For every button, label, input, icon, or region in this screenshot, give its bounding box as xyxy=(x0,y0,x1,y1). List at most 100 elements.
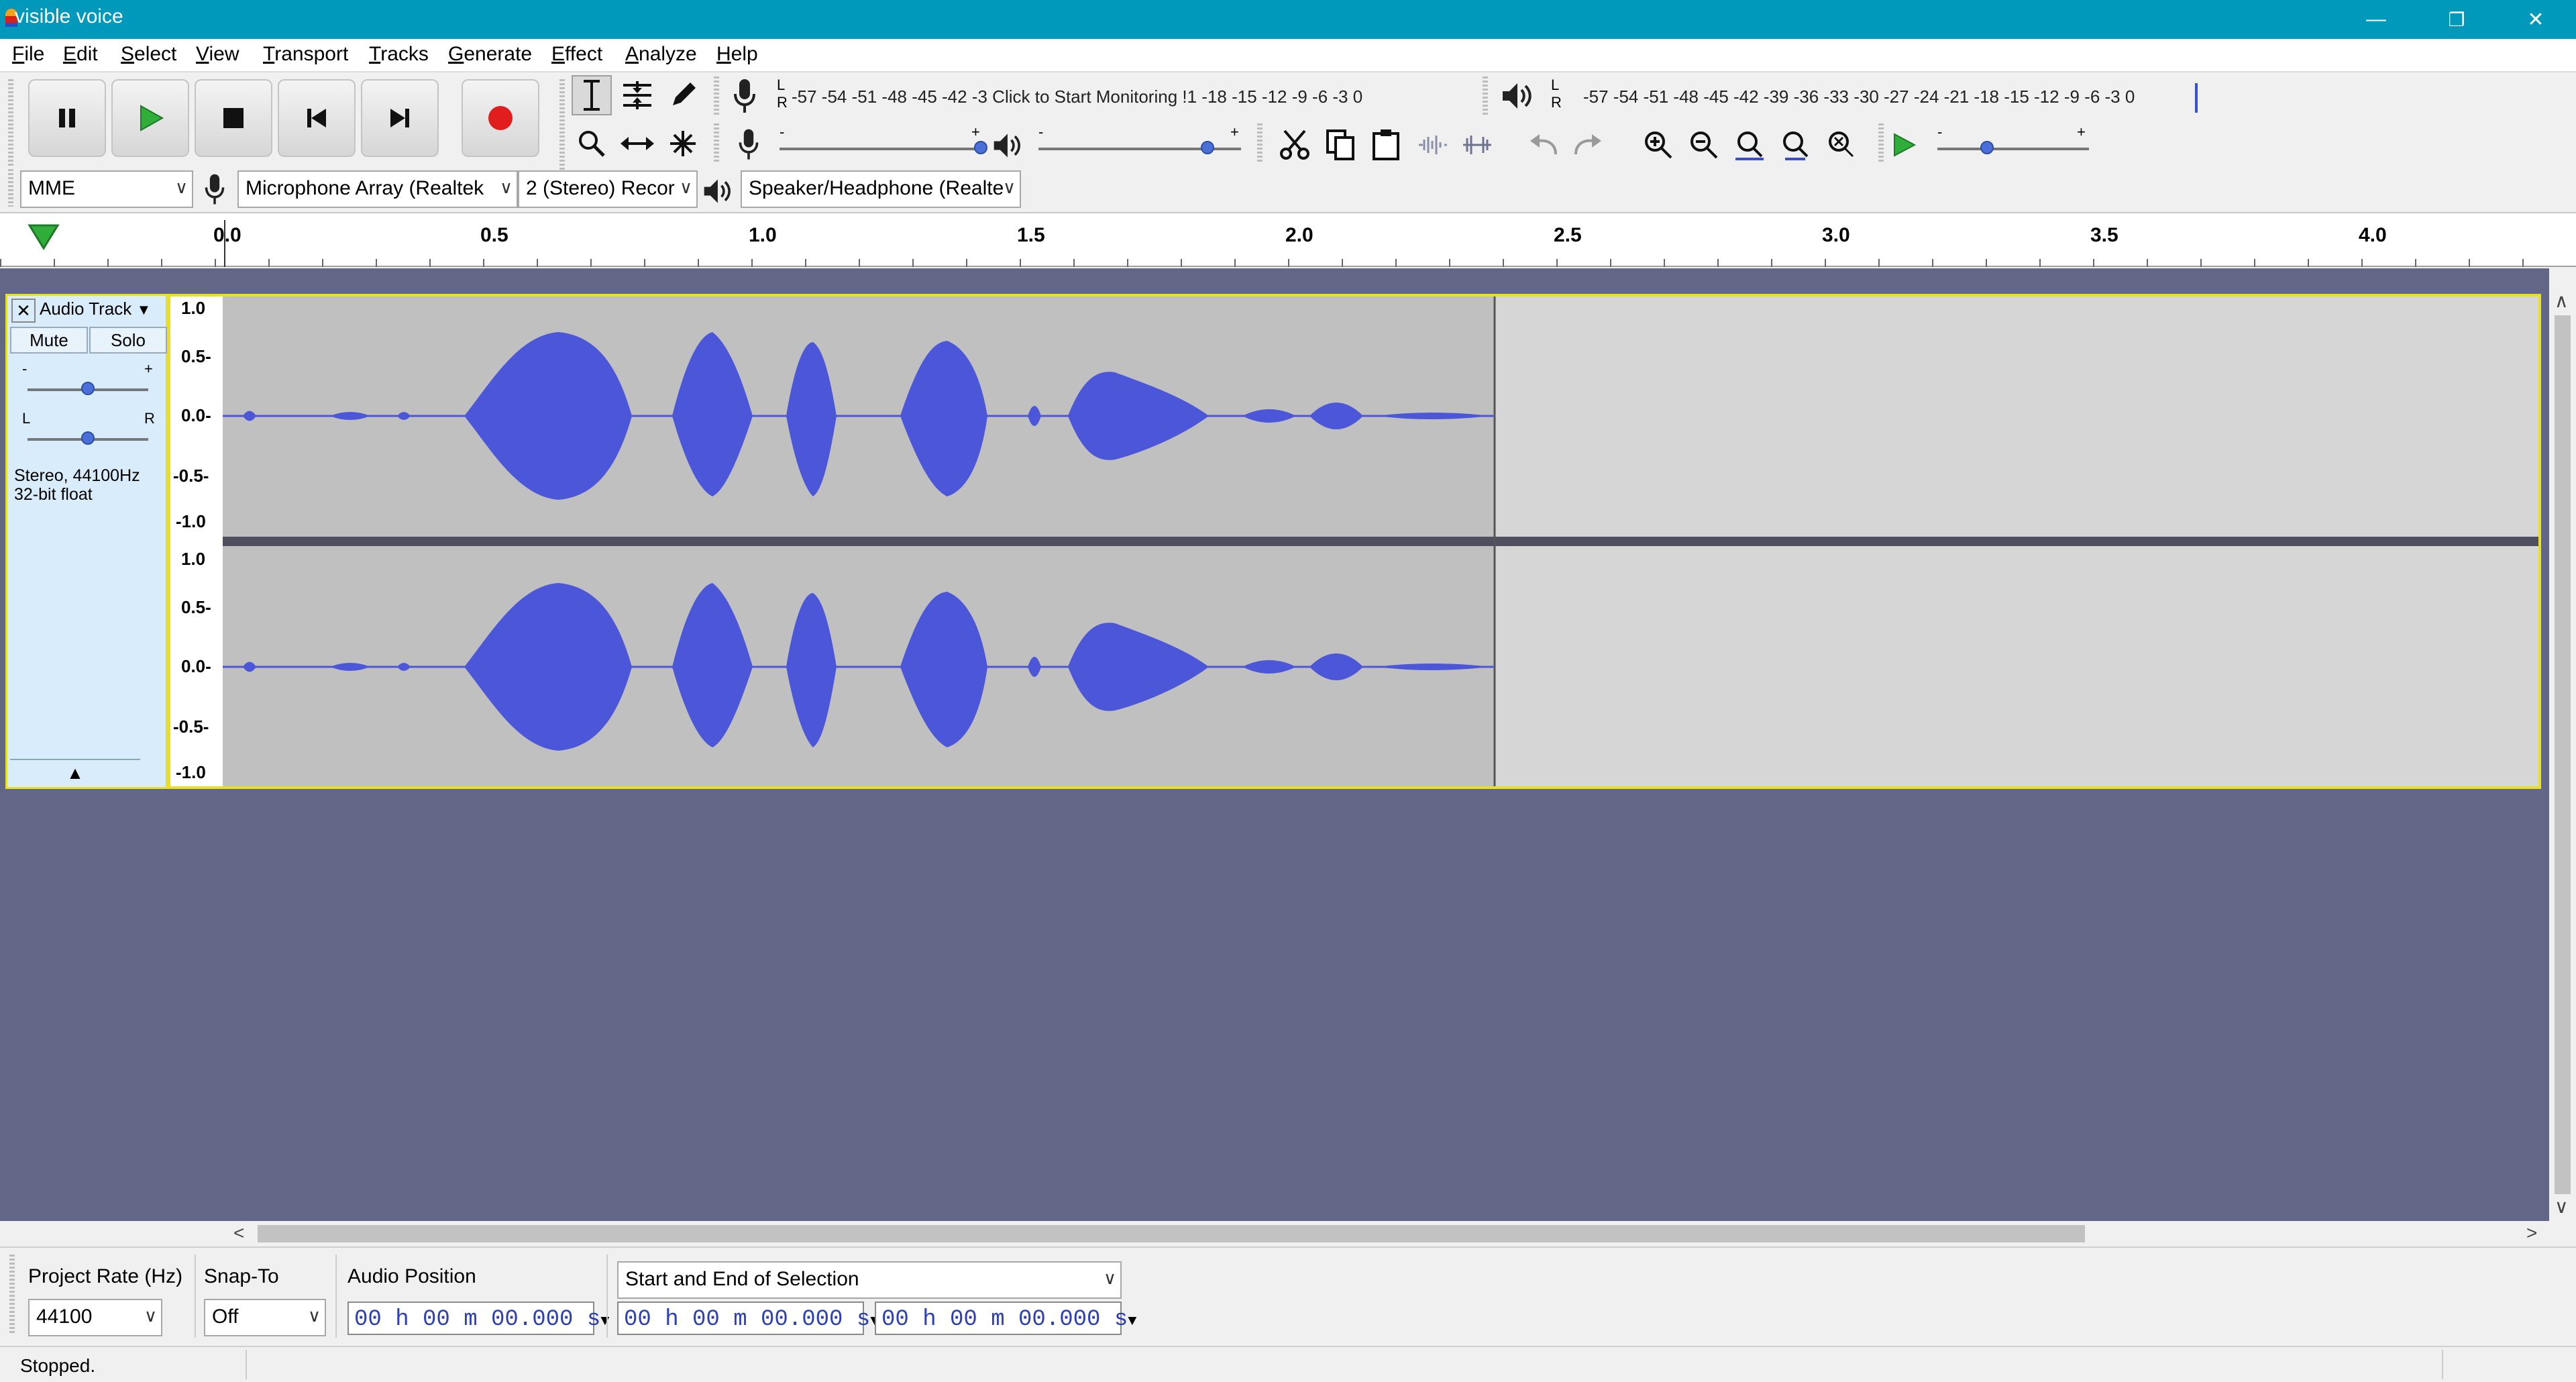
scroll-left-icon[interactable]: < xyxy=(233,1222,244,1244)
restore-button[interactable]: ❐ xyxy=(2419,0,2494,39)
toolbar-grip[interactable] xyxy=(714,123,719,164)
multi-tool[interactable] xyxy=(663,123,703,164)
project-rate-select[interactable]: 44100 ∨ xyxy=(28,1299,162,1336)
pan-slider-knob[interactable] xyxy=(81,431,95,445)
playback-speed-slider[interactable] xyxy=(1937,148,2089,150)
track-menu-button[interactable]: Audio Track ▼ xyxy=(40,299,164,323)
close-window-button[interactable]: ✕ xyxy=(2498,0,2573,39)
draw-tool[interactable] xyxy=(663,75,703,115)
collapse-track-button[interactable]: ▲ xyxy=(10,759,140,786)
scroll-down-icon[interactable]: ∨ xyxy=(2555,1195,2569,1218)
envelope-tool[interactable] xyxy=(617,75,657,115)
menu-effect[interactable]: Effect xyxy=(551,43,602,66)
record-meter[interactable]: -57 -54 -51 -48 -45 -42 -3 Click to Star… xyxy=(792,82,1469,111)
selection-tool[interactable] xyxy=(572,75,612,115)
record-meter-mic-icon[interactable] xyxy=(731,78,758,115)
selection-start-field[interactable]: 00 h 00 m 00.000 s▼ xyxy=(617,1301,879,1335)
toolbar-grip[interactable] xyxy=(8,79,13,166)
toolbar-grip[interactable] xyxy=(1483,76,1488,117)
playback-device-value: Speaker/Headphone (Realte xyxy=(749,177,1004,199)
menu-tracks[interactable]: Tracks xyxy=(369,43,429,66)
vertical-scroll-thumb[interactable] xyxy=(2555,315,2571,1194)
menu-analyze[interactable]: Analyze xyxy=(625,43,697,66)
paste-button[interactable] xyxy=(1366,125,1406,165)
solo-button[interactable]: Solo xyxy=(89,327,167,354)
play-button[interactable] xyxy=(111,79,189,157)
menu-select[interactable]: Select xyxy=(121,43,176,66)
copy-button[interactable] xyxy=(1320,125,1360,165)
scroll-up-icon[interactable]: ∧ xyxy=(2555,290,2569,312)
playback-speed-knob[interactable] xyxy=(1980,141,1994,154)
start-monitoring-prompt[interactable]: Click to Start Monitoring xyxy=(992,87,1177,107)
minimize-button[interactable]: — xyxy=(2339,0,2414,39)
toolbar-grip[interactable] xyxy=(1878,123,1884,164)
pause-button[interactable] xyxy=(28,79,106,157)
audio-position-field[interactable]: 00 h 00 m 00.000 s▼ xyxy=(347,1301,609,1335)
playback-volume-knob[interactable] xyxy=(1201,141,1214,154)
scroll-right-icon[interactable]: > xyxy=(2526,1222,2537,1244)
stop-button[interactable] xyxy=(195,79,272,157)
playback-meter-speaker-icon[interactable] xyxy=(1500,79,1534,113)
snap-to-label: Snap-To xyxy=(204,1265,279,1287)
menu-help[interactable]: Help xyxy=(716,43,758,66)
time-shift-tool[interactable] xyxy=(617,123,657,164)
toolbar-grip[interactable] xyxy=(1257,123,1263,164)
envelope-icon xyxy=(623,81,651,109)
play-head-icon[interactable] xyxy=(27,221,60,252)
toolbar-area: LR -57 -54 -51 -48 -45 -42 -3 Click to S… xyxy=(0,72,2576,213)
silence-audio-button[interactable] xyxy=(1457,125,1497,165)
selection-end-field[interactable]: 00 h 00 m 00.000 s▼ xyxy=(875,1301,1136,1335)
skip-to-end-button[interactable] xyxy=(361,79,439,157)
playback-meter[interactable]: -57 -54 -51 -48 -45 -42 -39 -36 -33 -30 … xyxy=(1583,82,2254,111)
redo-button[interactable] xyxy=(1568,125,1609,165)
timeline-ruler[interactable]: 0.0 0.5 1.0 1.5 2.0 2.5 3.0 3.5 4.0 xyxy=(0,213,2576,267)
recording-volume-knob[interactable] xyxy=(974,141,987,154)
zoom-toggle-button[interactable] xyxy=(1821,125,1861,165)
vertical-scrollbar[interactable]: ∧ ∨ xyxy=(2549,288,2576,1221)
status-bar: Stopped. xyxy=(0,1346,2576,1382)
record-button[interactable] xyxy=(462,79,539,157)
horizontal-scrollbar[interactable]: < > xyxy=(221,1221,2549,1246)
zoom-tool[interactable] xyxy=(572,123,612,164)
play-at-speed-button[interactable] xyxy=(1884,125,1924,165)
toolbar-grip[interactable] xyxy=(9,1255,15,1335)
fit-selection-icon xyxy=(1735,131,1764,160)
ruler-label: 0.0 xyxy=(213,224,241,246)
toolbar-grip[interactable] xyxy=(559,79,565,173)
trim-audio-button[interactable] xyxy=(1411,125,1452,165)
menu-generate[interactable]: Generate xyxy=(448,43,532,66)
menu-file[interactable]: File xyxy=(12,43,44,66)
title-bar: visible voice — ❐ ✕ xyxy=(0,0,2576,39)
menu-view[interactable]: View xyxy=(196,43,239,66)
dropdown-triangle-icon: ▼ xyxy=(1128,1313,1137,1330)
toolbar-grip[interactable] xyxy=(8,169,13,207)
zoom-in-button[interactable] xyxy=(1638,125,1678,165)
cut-button[interactable] xyxy=(1275,125,1315,165)
playback-device-select[interactable]: Speaker/Headphone (Realte ∨ xyxy=(741,170,1021,208)
chevron-down-icon: ∨ xyxy=(1002,177,1016,197)
meter-left-label: L xyxy=(1551,76,1560,93)
fit-selection-button[interactable] xyxy=(1729,125,1770,165)
undo-button[interactable] xyxy=(1523,125,1563,165)
snap-to-select[interactable]: Off ∨ xyxy=(204,1299,326,1336)
zoom-out-button[interactable] xyxy=(1684,125,1724,165)
recording-volume-slider[interactable] xyxy=(780,148,982,150)
gain-slider-knob[interactable] xyxy=(81,382,95,395)
selection-mode-select[interactable]: Start and End of Selection ∨ xyxy=(617,1261,1122,1299)
ruler-label: 3.0 xyxy=(1822,224,1850,246)
fit-project-icon xyxy=(1783,131,1809,160)
dropdown-triangle-icon: ▼ xyxy=(600,1313,610,1330)
menu-transport[interactable]: Transport xyxy=(263,43,348,66)
toolbar-grip[interactable] xyxy=(714,76,719,117)
recording-channels-select[interactable]: 2 (Stereo) Recor ∨ xyxy=(518,170,698,208)
recording-device-select[interactable]: Microphone Array (Realtek ∨ xyxy=(237,170,518,208)
asterisk-icon xyxy=(670,131,696,156)
menu-edit[interactable]: Edit xyxy=(63,43,98,66)
track-selection-outline xyxy=(168,294,2541,789)
mute-button[interactable]: Mute xyxy=(10,327,88,354)
fit-project-button[interactable] xyxy=(1775,125,1815,165)
audio-host-select[interactable]: MME ∨ xyxy=(20,170,193,208)
skip-to-start-button[interactable] xyxy=(278,79,356,157)
close-track-button[interactable]: ✕ xyxy=(11,299,36,323)
horizontal-scroll-thumb[interactable] xyxy=(258,1225,2085,1242)
